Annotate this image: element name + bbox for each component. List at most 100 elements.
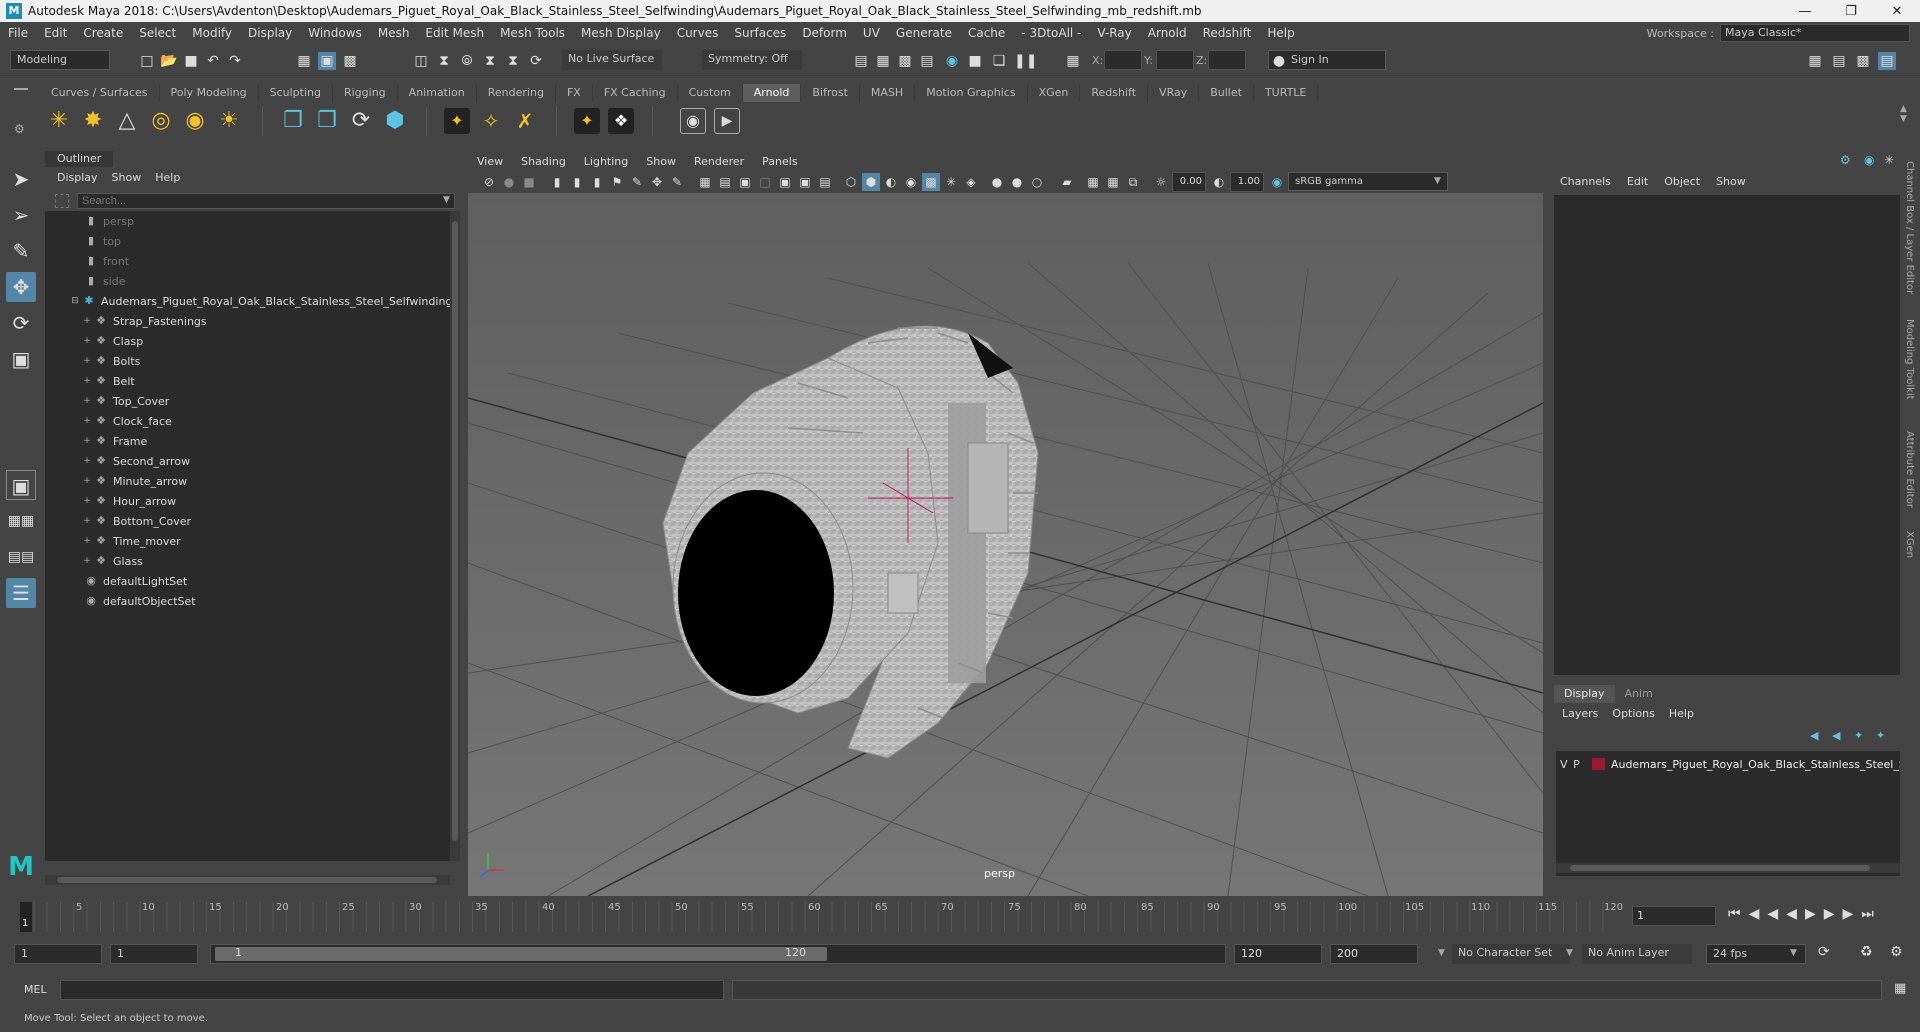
command-input[interactable] [60, 980, 724, 1000]
select-tool-icon[interactable]: ➤ [6, 164, 36, 194]
shelf-tab-animation[interactable]: Animation [398, 84, 477, 102]
shelf-menu-icon[interactable] [14, 88, 28, 98]
time-ticks[interactable]: 1 5 10 15 20 25 30 35 40 45 50 55 60 65 … [20, 902, 1623, 932]
layer-horizontal-scrollbar[interactable] [1556, 863, 1900, 873]
shelf-tab-arnold[interactable]: Arnold [742, 84, 802, 102]
tree-item-root-group[interactable]: ⊟ ✱ Audemars_Piguet_Royal_Oak_Black_Stainl… [69, 291, 458, 311]
menuset-dropdown[interactable]: Modeling [10, 50, 110, 70]
layer-visibility-toggle[interactable]: V [1560, 758, 1573, 771]
shelf-tab-fx-caching[interactable]: FX Caching [593, 84, 678, 102]
step-back-icon[interactable]: ◀ [1749, 906, 1768, 922]
isolate-select-icon[interactable]: ⬡ [842, 173, 860, 191]
channel-box-tool-icon[interactable]: ⚙ [1840, 153, 1851, 167]
channel-menu-channels[interactable]: Channels [1560, 175, 1611, 188]
tree-item-belt[interactable]: + ❖ Belt [81, 371, 134, 391]
tree-item-bottom-cover[interactable]: + ❖ Bottom_Cover [81, 511, 191, 531]
color-management-icon[interactable]: ◉ [1268, 173, 1286, 191]
wireframe-icon[interactable]: ▦ [696, 173, 714, 191]
side-tab-channel-box[interactable]: Channel Box / Layer Editor [1904, 161, 1915, 294]
texture-icon[interactable]: ✧ [478, 108, 504, 134]
go-to-start-icon[interactable]: ⏮ [1728, 906, 1749, 922]
render-view-eye-icon[interactable]: ◉ [680, 108, 706, 134]
shelf-tab-bullet[interactable]: Bullet [1199, 84, 1254, 102]
ipr-render-icon[interactable]: ▩ [896, 52, 914, 70]
tree-item-frame[interactable]: + ❖ Frame [81, 431, 147, 451]
viewport-menu-view[interactable]: View [468, 155, 512, 168]
step-forward-icon[interactable]: ▶ [1843, 906, 1862, 922]
exposure-icon[interactable]: ☼ [1152, 173, 1170, 191]
layer-menu-options[interactable]: Options [1612, 707, 1654, 720]
gamma-field[interactable]: 1.00 [1230, 172, 1264, 192]
move-layer-down-icon[interactable]: ◀ [1832, 729, 1840, 742]
expand-icon[interactable]: + [81, 376, 93, 386]
search-options-icon[interactable]: ▼ [443, 195, 450, 205]
expand-icon[interactable]: + [81, 416, 93, 426]
loop-icon[interactable]: ⟳ [1818, 944, 1830, 960]
shelf-tab-mash[interactable]: MASH [860, 84, 916, 102]
new-scene-icon[interactable]: □ [138, 52, 156, 70]
area-light-icon[interactable]: ✳ [46, 108, 72, 134]
save-scene-icon[interactable]: ■ [182, 52, 200, 70]
play-forward-icon[interactable]: ▶ [1805, 906, 1824, 922]
tree-item-top[interactable]: ▮ top [83, 231, 121, 251]
expand-icon[interactable]: + [81, 456, 93, 466]
channel-box-icon[interactable]: ▤ [1878, 52, 1896, 70]
hypershade-icon[interactable]: ◉ [943, 52, 961, 70]
xray-icon[interactable]: ◐ [882, 173, 900, 191]
camera-sequencer-icon[interactable]: ▦ [1104, 173, 1122, 191]
playback-start-field[interactable]: 1 [110, 944, 198, 964]
maximize-button[interactable]: ❐ [1828, 4, 1874, 19]
expand-icon[interactable]: + [81, 396, 93, 406]
paint-select-tool-icon[interactable]: ✎ [6, 236, 36, 266]
tree-item-bolts[interactable]: + ❖ Bolts [81, 351, 140, 371]
shelf-tab-fx[interactable]: FX [556, 84, 593, 102]
rotate-tool-icon[interactable]: ⟳ [6, 308, 36, 338]
layer-playback-toggle[interactable]: P [1573, 758, 1592, 771]
collapse-icon[interactable]: ⊟ [69, 296, 81, 306]
outliner-menu-show[interactable]: Show [112, 171, 142, 184]
shelf-scroll-icon[interactable]: ▲ ▼ [1900, 104, 1907, 124]
outliner-layout-icon[interactable]: ☰ [6, 578, 36, 608]
tree-item-top-cover[interactable]: + ❖ Top_Cover [81, 391, 169, 411]
channel-menu-edit[interactable]: Edit [1627, 175, 1648, 188]
shelf-tab-bifrost[interactable]: Bifrost [801, 84, 860, 102]
snap-surface-icon[interactable]: ⧗ [504, 52, 522, 70]
tree-item-front[interactable]: ▮ front [83, 251, 129, 271]
time-slider[interactable]: 1 5 10 15 20 25 30 35 40 45 50 55 60 65 … [0, 898, 1920, 932]
outliner-vertical-scrollbar[interactable] [450, 211, 460, 861]
tree-item-clock-face[interactable]: + ❖ Clock_face [81, 411, 172, 431]
open-scene-icon[interactable]: 📂 [160, 52, 178, 70]
expand-icon[interactable]: + [81, 476, 93, 486]
four-view-icon[interactable]: ▦▦ [6, 506, 36, 536]
volume-icon[interactable]: ❐ [314, 108, 340, 134]
shelf-settings-icon[interactable]: ⚙ [14, 122, 25, 136]
safe-action-icon[interactable]: ⧉ [1124, 173, 1142, 191]
snap-view-icon[interactable]: ⧗ [481, 52, 499, 70]
close-button[interactable]: ✕ [1874, 4, 1920, 19]
grease-pencil-icon[interactable]: ▮ [588, 173, 606, 191]
tree-item-minute-arrow[interactable]: + ❖ Minute_arrow [81, 471, 187, 491]
transform-field-icon[interactable]: ▦ [1064, 52, 1082, 70]
auto-key-icon[interactable]: ♻ [1860, 944, 1873, 960]
shelf-tab-xgen[interactable]: XGen [1028, 84, 1081, 102]
expand-icon[interactable]: + [81, 516, 93, 526]
tree-item-hour-arrow[interactable]: + ❖ Hour_arrow [81, 491, 176, 511]
viewport-menu-panels[interactable]: Panels [753, 155, 806, 168]
spot-light-icon[interactable]: △ [114, 108, 140, 134]
menu-generate[interactable]: Generate [888, 26, 960, 40]
menu-help[interactable]: Help [1259, 26, 1302, 40]
tx-manager-icon[interactable]: ✗ [512, 108, 538, 134]
move-tool-icon[interactable]: ✥ [6, 272, 36, 302]
expand-icon[interactable]: + [81, 556, 93, 566]
new-layer-icon[interactable]: ✦ [1854, 729, 1863, 742]
modeling-toolkit-icon[interactable]: ▦ [1806, 52, 1824, 70]
shelf-tab-custom[interactable]: Custom [678, 84, 743, 102]
grid-icon[interactable]: ✎ [628, 173, 646, 191]
shelf-tab-poly-modeling[interactable]: Poly Modeling [160, 84, 259, 102]
shaded-cube-icon[interactable]: ⬢ [862, 173, 880, 191]
image-plane-icon[interactable]: ▮ [548, 173, 566, 191]
use-lights-icon[interactable]: ▣ [776, 173, 794, 191]
shelf-tab-motion-graphics[interactable]: Motion Graphics [915, 84, 1028, 102]
shadow-toggle-icon[interactable]: ◈ [962, 173, 980, 191]
play-backward-icon[interactable]: ◀ [1786, 906, 1805, 922]
